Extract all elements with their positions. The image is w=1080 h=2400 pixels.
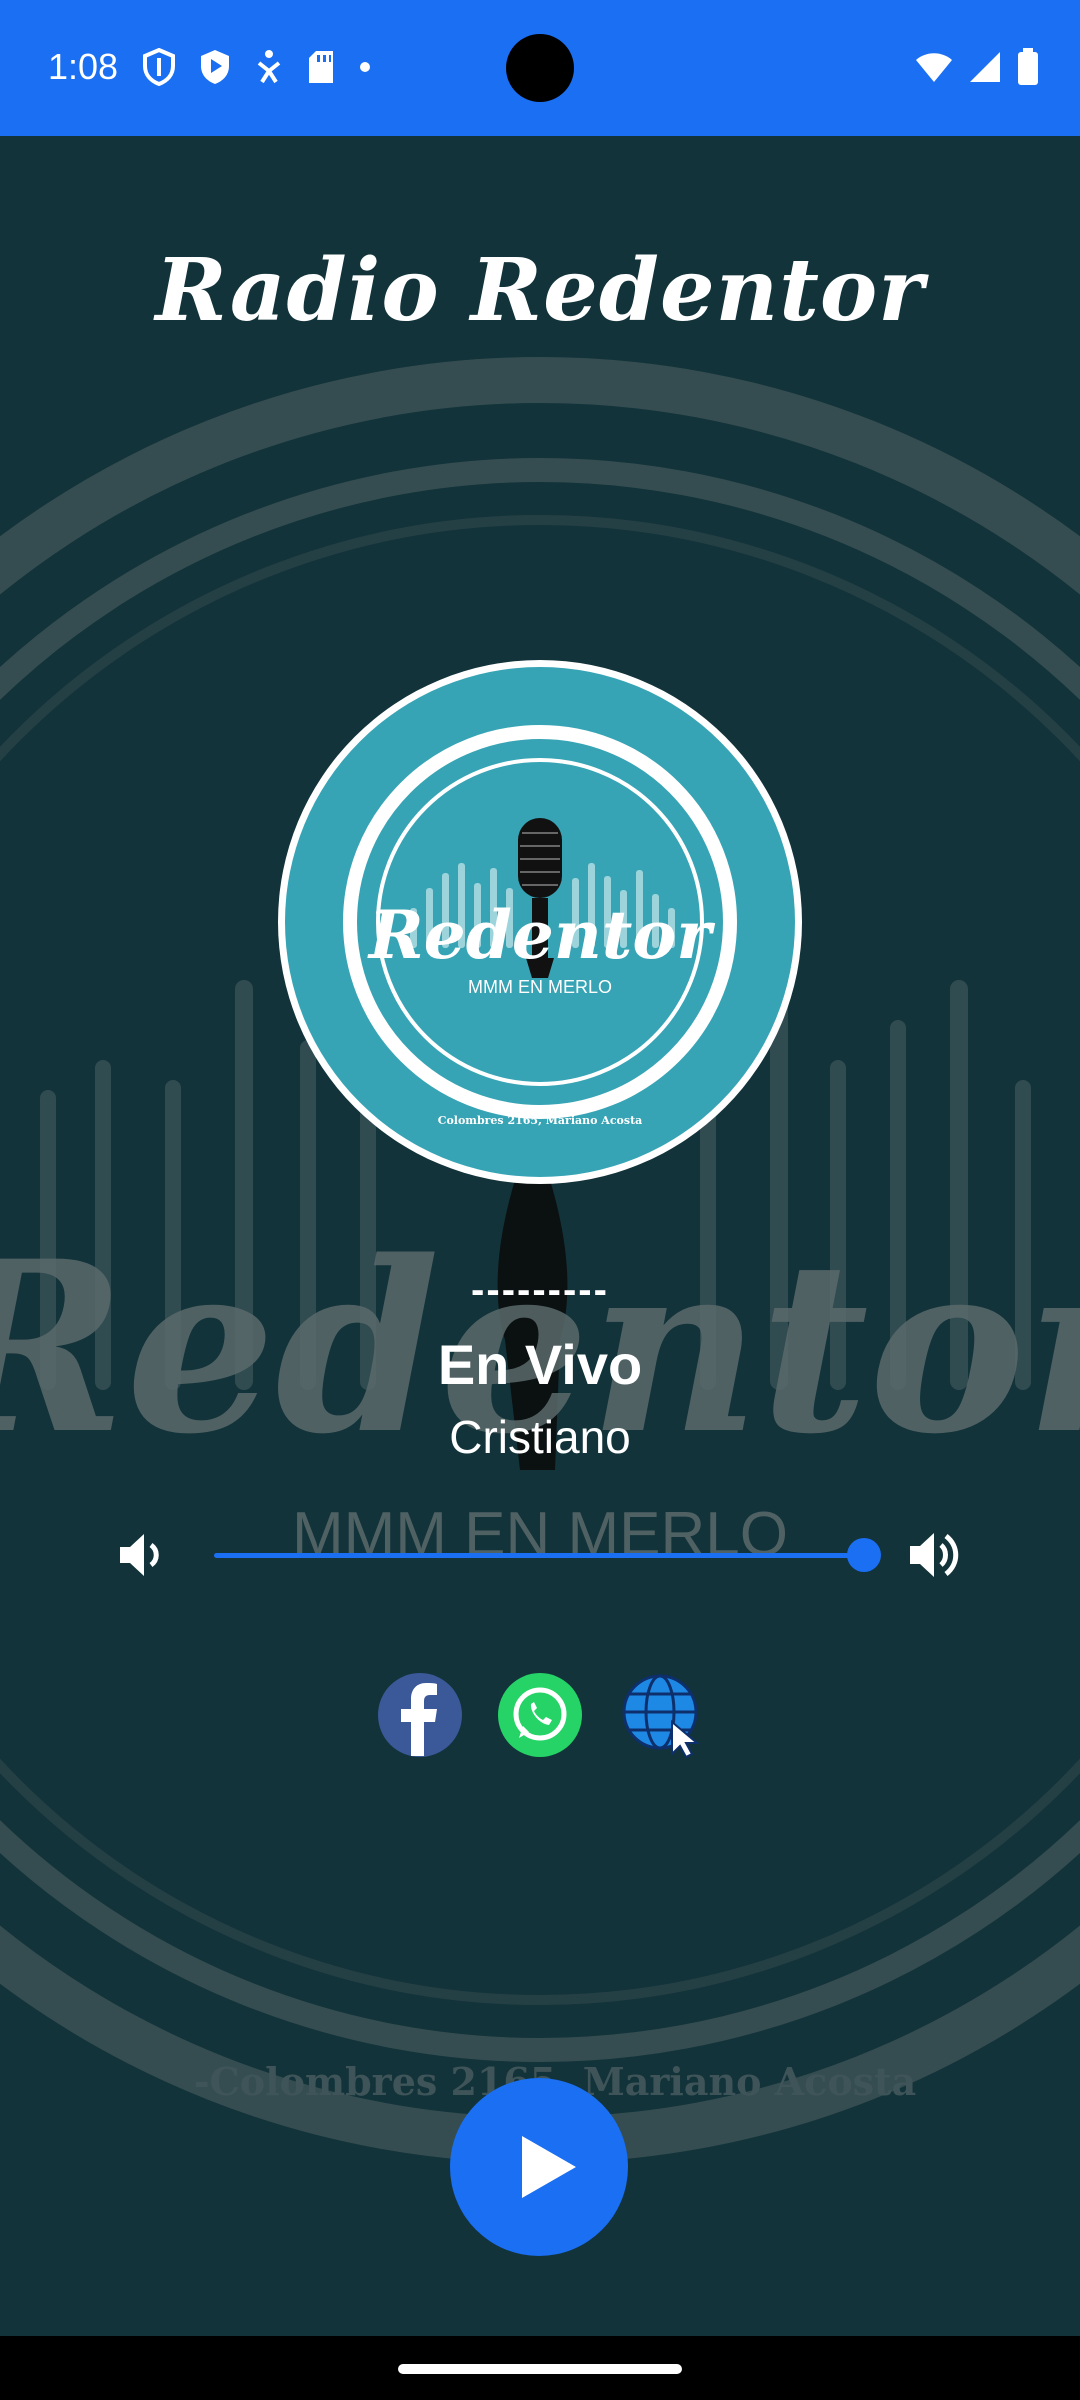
- battery-icon: [1018, 48, 1038, 85]
- now-playing-separator: ---------: [471, 1268, 609, 1312]
- whatsapp-icon[interactable]: [497, 1672, 583, 1758]
- status-time: 1:08: [48, 46, 119, 87]
- dot-icon: [360, 62, 370, 72]
- app-title: Radio Redentor: [155, 240, 925, 341]
- app-screen: 1:08 edento MMM EN MERLO -Colombres 2165…: [0, 0, 1080, 2400]
- front-camera: [506, 34, 574, 102]
- signal-icon: [970, 52, 1000, 82]
- station-logo: Redentor MMM EN MERLO Colombres 2165, Ma…: [276, 658, 804, 1186]
- logo-wordmark: Redentor: [367, 896, 715, 974]
- volume-slider-thumb[interactable]: [847, 1538, 881, 1572]
- social-links: [0, 1672, 1080, 1762]
- status-icons-left: [142, 48, 372, 86]
- logo-address: Colombres 2165, Mariano Acosta: [438, 1114, 643, 1127]
- website-globe-icon[interactable]: [620, 1672, 706, 1758]
- volume-up-icon[interactable]: [908, 1528, 964, 1582]
- now-playing-title: En Vivo: [437, 1333, 643, 1396]
- volume-slider[interactable]: [214, 1538, 881, 1572]
- volume-control: [0, 1520, 1080, 1590]
- wifi-icon: [916, 53, 952, 82]
- home-gesture-handle[interactable]: [398, 2364, 682, 2374]
- now-playing-subtitle: Cristiano: [449, 1411, 631, 1463]
- navigation-bar: [0, 2336, 1080, 2400]
- play-button[interactable]: [450, 2078, 628, 2256]
- status-icons-right: [914, 48, 1040, 86]
- logo-tagline: MMM EN MERLO: [468, 977, 612, 997]
- facebook-icon[interactable]: [377, 1672, 463, 1758]
- play-protect-icon: [201, 50, 229, 84]
- status-bar: 1:08: [0, 0, 1080, 136]
- background-watermark: Redentor MMM EN MERLO -Colombres 2165, M…: [0, 357, 1080, 2163]
- shield-icon: [143, 48, 175, 86]
- sd-card-icon: [309, 51, 333, 83]
- accessibility-icon: [257, 50, 281, 84]
- play-icon: [522, 2136, 576, 2198]
- volume-down-icon[interactable]: [118, 1530, 166, 1580]
